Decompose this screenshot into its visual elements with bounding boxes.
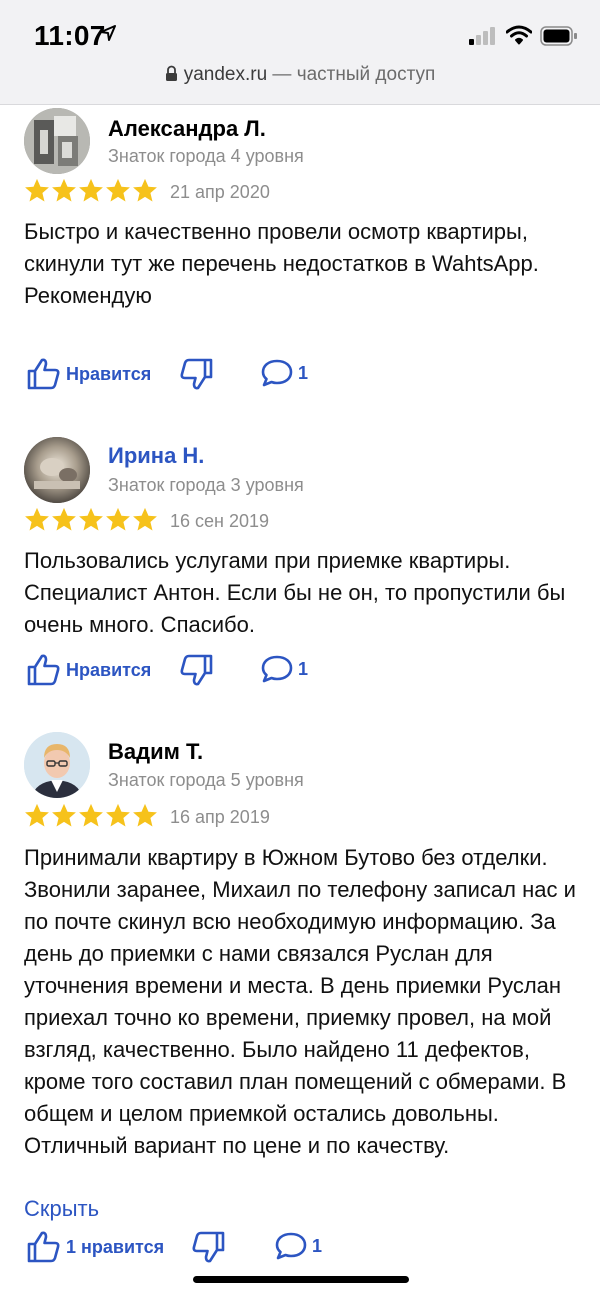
url-suffix: — частный доступ bbox=[267, 64, 436, 85]
review-text-paragraph: Рекомендую bbox=[24, 283, 152, 308]
url-domain: yandex.ru bbox=[183, 64, 268, 85]
review-author[interactable]: Вадим Т. bbox=[108, 739, 203, 765]
avatar[interactable] bbox=[24, 108, 90, 174]
review-text-paragraph: Пользовались услугами при приемке кварти… bbox=[24, 548, 566, 637]
review-actions: 1 нравится 1 bbox=[26, 1230, 586, 1266]
star-icon bbox=[79, 178, 103, 202]
star-icon bbox=[133, 507, 157, 531]
review-actions: Нравится 1 bbox=[26, 653, 586, 689]
comments-count: 1 bbox=[298, 658, 309, 679]
like-label: Нравится bbox=[66, 659, 152, 680]
like-button[interactable]: Нравится bbox=[26, 653, 151, 687]
dislike-button[interactable] bbox=[190, 1230, 226, 1264]
avatar[interactable] bbox=[24, 732, 90, 798]
like-button[interactable]: Нравится bbox=[26, 357, 151, 391]
thumbs-down-icon bbox=[180, 358, 213, 390]
star-icon bbox=[133, 178, 157, 202]
review-actions: Нравится 1 bbox=[26, 357, 586, 393]
rating-stars bbox=[24, 178, 158, 203]
review-text-paragraph: Быстро и качественно провели осмотр квар… bbox=[24, 219, 539, 276]
review-text: Быстро и качественно провели осмотр квар… bbox=[24, 216, 584, 312]
dislike-button[interactable] bbox=[178, 653, 214, 687]
comment-bubble-icon bbox=[275, 1232, 307, 1260]
thumbs-down-icon bbox=[192, 1231, 225, 1263]
comments-button[interactable]: 1 bbox=[274, 1230, 322, 1262]
thumbs-up-icon bbox=[27, 1231, 60, 1263]
comments-count: 1 bbox=[312, 1235, 323, 1256]
location-arrow-icon bbox=[100, 25, 116, 41]
comment-bubble-icon bbox=[261, 359, 293, 387]
star-icon bbox=[52, 178, 76, 202]
wifi-icon bbox=[506, 25, 532, 45]
comments-button[interactable]: 1 bbox=[260, 357, 308, 389]
review-date: 16 апр 2019 bbox=[170, 807, 270, 827]
author-level: Знаток города 3 уровня bbox=[108, 475, 304, 495]
comments-button[interactable]: 1 bbox=[260, 653, 308, 685]
rating-stars bbox=[24, 507, 158, 532]
like-label: Нравится bbox=[66, 363, 152, 384]
home-indicator[interactable] bbox=[193, 1276, 409, 1283]
star-icon bbox=[106, 178, 130, 202]
star-icon bbox=[52, 803, 76, 827]
hide-review-link[interactable]: Скрыть bbox=[24, 1196, 99, 1222]
thumbs-up-icon bbox=[27, 654, 60, 686]
review-author[interactable]: Александра Л. bbox=[108, 116, 266, 142]
review-text: Принимали квартиру в Южном Бутово без от… bbox=[24, 842, 584, 1162]
review-text: Пользовались услугами при приемке кварти… bbox=[24, 545, 584, 641]
star-icon bbox=[25, 178, 49, 202]
author-level: Знаток города 5 уровня bbox=[108, 770, 304, 790]
address-bar[interactable]: yandex.ru — частный доступ bbox=[0, 64, 600, 86]
like-button[interactable]: 1 нравится bbox=[26, 1230, 164, 1264]
star-icon bbox=[133, 803, 157, 827]
thumbs-up-icon bbox=[27, 358, 60, 390]
rating-stars bbox=[24, 803, 158, 828]
star-icon bbox=[106, 507, 130, 531]
star-icon bbox=[79, 803, 103, 827]
avatar[interactable] bbox=[24, 437, 90, 503]
review-date: 21 апр 2020 bbox=[170, 182, 270, 202]
star-icon bbox=[52, 507, 76, 531]
thumbs-down-icon bbox=[180, 654, 213, 686]
comments-count: 1 bbox=[298, 362, 309, 383]
author-level: Знаток города 4 уровня bbox=[108, 146, 304, 166]
star-icon bbox=[79, 507, 103, 531]
cellular-signal-icon bbox=[469, 27, 495, 45]
star-icon bbox=[25, 507, 49, 531]
clock: 11:07 bbox=[34, 20, 106, 51]
comment-bubble-icon bbox=[261, 655, 293, 683]
star-icon bbox=[25, 803, 49, 827]
review-author[interactable]: Ирина Н. bbox=[108, 443, 204, 469]
star-icon bbox=[106, 803, 130, 827]
lock-icon bbox=[165, 65, 177, 81]
battery-icon bbox=[540, 26, 577, 46]
review-date: 16 сен 2019 bbox=[170, 511, 270, 531]
review-text-paragraph: Принимали квартиру в Южном Бутово без от… bbox=[24, 845, 576, 1158]
dislike-button[interactable] bbox=[178, 357, 214, 391]
like-label: 1 нравится bbox=[66, 1236, 165, 1257]
browser-status-bar: 11:07 yandex.ru — частный доступ bbox=[0, 0, 600, 105]
